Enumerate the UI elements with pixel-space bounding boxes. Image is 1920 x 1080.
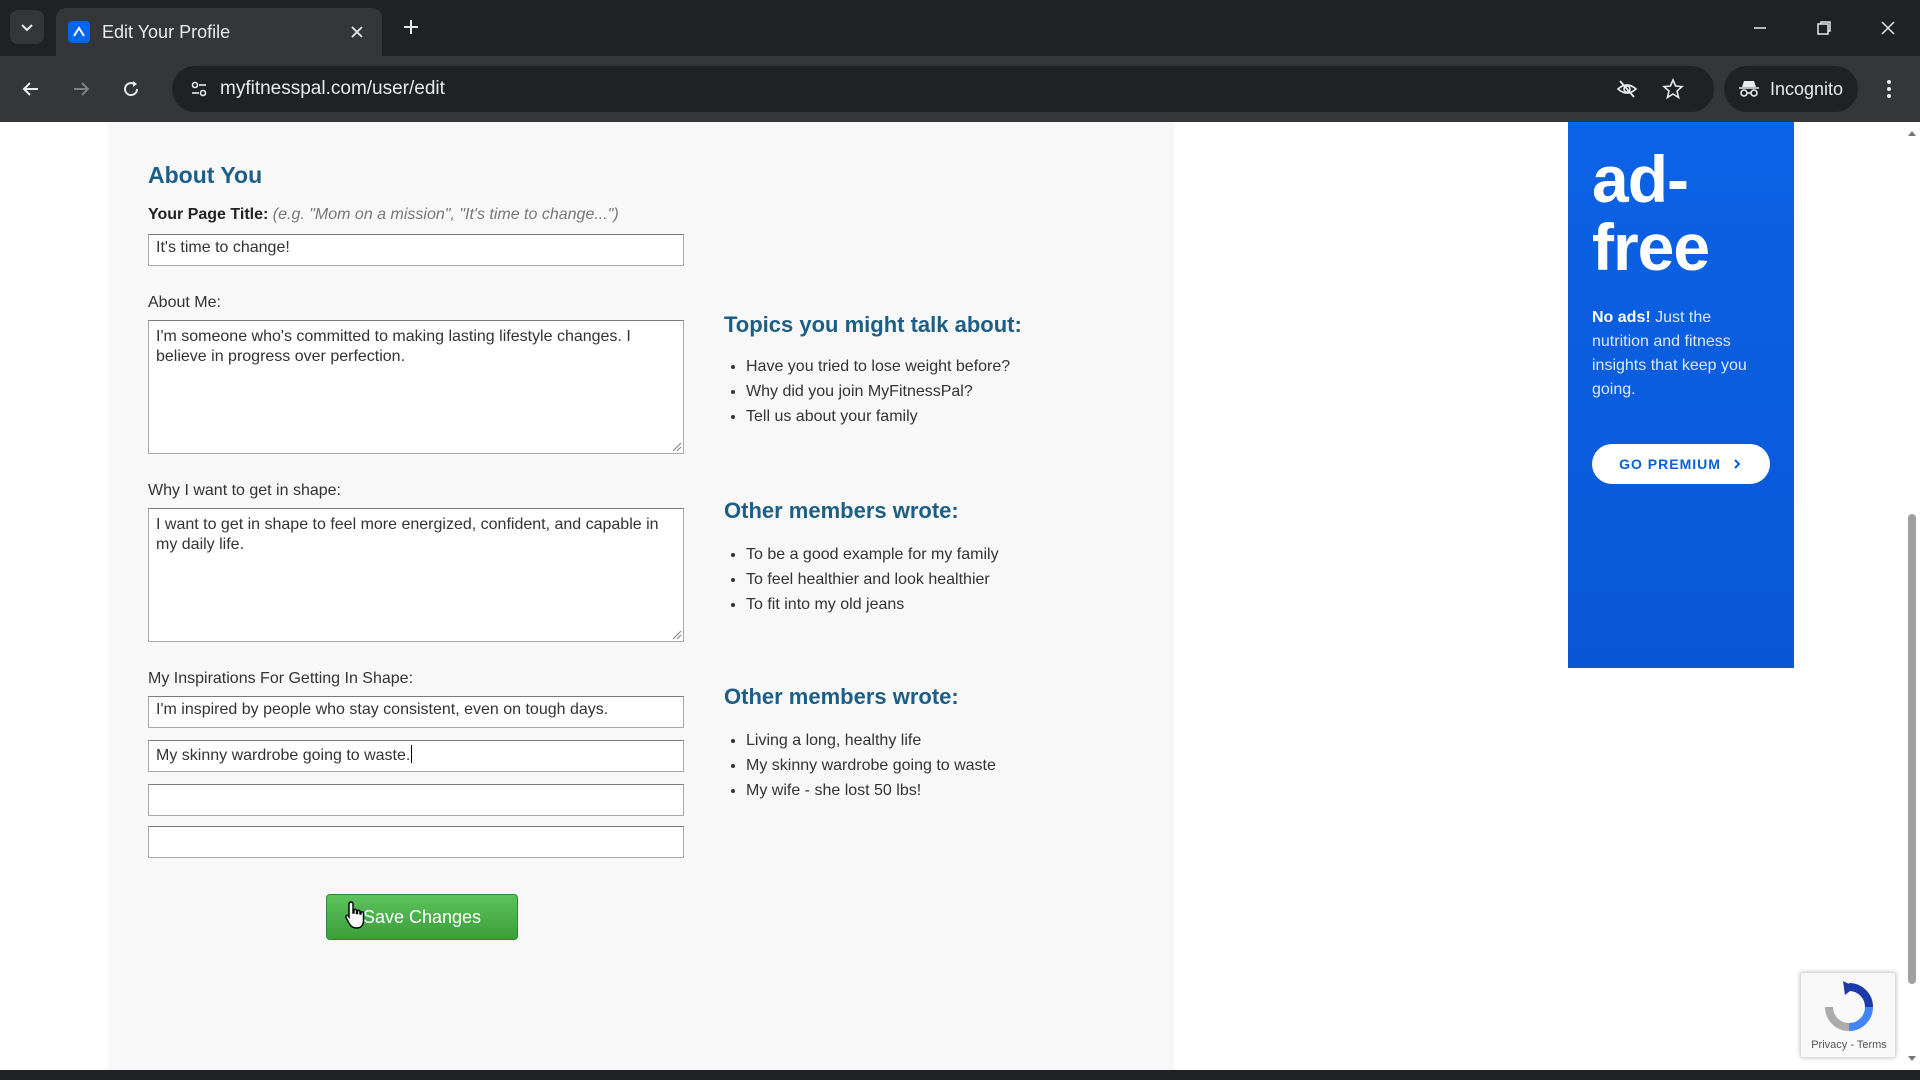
resize-grip-icon[interactable] xyxy=(670,628,682,640)
about-me-label: About Me: xyxy=(148,294,221,311)
scroll-thumb[interactable] xyxy=(1908,514,1916,984)
forward-button[interactable] xyxy=(64,72,98,106)
resize-grip-icon[interactable] xyxy=(670,440,682,452)
inspiration-input-3[interactable] xyxy=(148,784,684,816)
minimize-icon xyxy=(1754,27,1766,29)
ad-headline-line-1: ad- xyxy=(1592,142,1689,216)
list-item: Have you tried to lose weight before? xyxy=(746,354,1010,379)
window-bottom-edge xyxy=(0,1070,1920,1080)
why-examples-list: To be a good example for my family To fe… xyxy=(746,542,999,617)
browser-toolbar: myfitnesspal.com/user/edit Incognito xyxy=(0,56,1920,122)
recaptcha-links[interactable]: Privacy - Terms xyxy=(1801,1039,1897,1051)
recaptcha-logo-icon xyxy=(1825,981,1873,1031)
back-button[interactable] xyxy=(14,72,48,106)
ad-body-bold: No ads! xyxy=(1592,309,1651,326)
restore-icon xyxy=(1817,21,1831,35)
eye-off-icon xyxy=(1616,80,1638,98)
topics-list: Have you tried to lose weight before? Wh… xyxy=(746,354,1010,429)
minimize-button[interactable] xyxy=(1738,8,1782,48)
premium-ad-banner[interactable]: ad- free No ads! Just the nutrition and … xyxy=(1568,122,1794,668)
bookmark-button[interactable] xyxy=(1656,72,1690,106)
list-item: Why did you join MyFitnessPal? xyxy=(746,379,1010,404)
list-item: To fit into my old jeans xyxy=(746,592,999,617)
list-item: Living a long, healthy life xyxy=(746,728,996,753)
about-me-textarea[interactable]: I'm someone who's committed to making la… xyxy=(148,320,684,454)
go-premium-label: GO PREMIUM xyxy=(1619,456,1721,472)
why-shape-value: I want to get in shape to feel more ener… xyxy=(156,516,659,553)
incognito-label: Incognito xyxy=(1770,78,1844,99)
tab-close-button[interactable] xyxy=(344,19,370,45)
why-examples-heading: Other members wrote: xyxy=(724,498,959,523)
tab-search-button[interactable] xyxy=(10,10,44,44)
page-title-input[interactable]: It's time to change! xyxy=(148,234,684,266)
page-title-label-text: Your Page Title: xyxy=(148,206,269,223)
page-title-hint: (e.g. "Mom on a mission", "It's time to … xyxy=(272,206,619,223)
topics-heading: Topics you might talk about: xyxy=(724,312,1022,337)
incognito-indicator[interactable]: Incognito xyxy=(1724,66,1858,112)
inspiration-examples-heading: Other members wrote: xyxy=(724,684,959,709)
chevron-right-icon xyxy=(1734,459,1741,469)
close-icon xyxy=(351,26,363,38)
recaptcha-badge[interactable]: Privacy - Terms xyxy=(1800,972,1896,1058)
reload-button[interactable] xyxy=(114,72,148,106)
inspiration-input-1[interactable]: I'm inspired by people who stay consiste… xyxy=(148,696,684,728)
arrow-left-icon xyxy=(22,82,38,96)
tab-title: Edit Your Profile xyxy=(102,21,231,42)
star-icon xyxy=(1662,78,1684,100)
restore-button[interactable] xyxy=(1802,8,1846,48)
close-icon xyxy=(1881,21,1895,35)
ad-headline-line-2: free xyxy=(1592,210,1710,284)
hand-cursor-icon xyxy=(345,901,365,929)
section-title: About You xyxy=(148,162,263,188)
inspirations-label: My Inspirations For Getting In Shape: xyxy=(148,670,414,687)
page-scrollbar[interactable] xyxy=(1904,122,1920,1070)
list-item: To be a good example for my family xyxy=(746,542,999,567)
list-item: To feel healthier and look healthier xyxy=(746,567,999,592)
list-item: My skinny wardrobe going to waste xyxy=(746,753,996,778)
text-caret xyxy=(411,745,413,763)
site-info-button[interactable] xyxy=(182,72,216,106)
about-me-value: I'm someone who's committed to making la… xyxy=(156,328,631,365)
tab-bar: Edit Your Profile xyxy=(0,0,1920,56)
incognito-icon xyxy=(1739,81,1759,97)
tune-icon xyxy=(191,81,207,97)
reload-icon xyxy=(124,81,139,97)
arrow-right-icon xyxy=(74,82,90,96)
list-item: Tell us about your family xyxy=(746,404,1010,429)
page-title-label: Your Page Title: (e.g. "Mom on a mission… xyxy=(148,206,619,224)
scroll-down-arrow-icon[interactable] xyxy=(1907,1054,1917,1064)
why-shape-label: Why I want to get in shape: xyxy=(148,482,341,499)
url-text[interactable]: myfitnesspal.com/user/edit xyxy=(220,78,445,100)
inspiration-value-2: My skinny wardrobe going to waste. xyxy=(156,747,411,764)
plus-icon xyxy=(404,20,418,34)
why-shape-textarea[interactable]: I want to get in shape to feel more ener… xyxy=(148,508,684,642)
browser-menu-button[interactable] xyxy=(1872,72,1906,106)
close-window-button[interactable] xyxy=(1866,8,1910,48)
scroll-up-arrow-icon[interactable] xyxy=(1907,128,1917,138)
ad-body-text: No ads! Just the nutrition and fitness i… xyxy=(1592,306,1772,402)
inspiration-input-2[interactable]: My skinny wardrobe going to waste. xyxy=(148,740,684,772)
browser-tab[interactable]: Edit Your Profile xyxy=(56,8,382,56)
page-viewport: About You Your Page Title: (e.g. "Mom on… xyxy=(0,122,1904,1070)
address-bar[interactable]: myfitnesspal.com/user/edit xyxy=(172,66,1714,112)
list-item: My wife - she lost 50 lbs! xyxy=(746,778,996,803)
tracking-protection-button[interactable] xyxy=(1610,72,1644,106)
page-title-value: It's time to change! xyxy=(156,239,290,256)
myfitnesspal-favicon-icon xyxy=(68,21,90,43)
ad-headline-fragment xyxy=(1592,122,1692,126)
chevron-down-icon xyxy=(21,24,33,32)
new-tab-button[interactable] xyxy=(396,12,426,42)
inspiration-value-1: I'm inspired by people who stay consiste… xyxy=(156,701,609,718)
more-vertical-icon xyxy=(1887,80,1891,98)
inspiration-input-4[interactable] xyxy=(148,826,684,858)
go-premium-button[interactable]: GO PREMIUM xyxy=(1592,444,1770,484)
inspiration-examples-list: Living a long, healthy life My skinny wa… xyxy=(746,728,996,803)
